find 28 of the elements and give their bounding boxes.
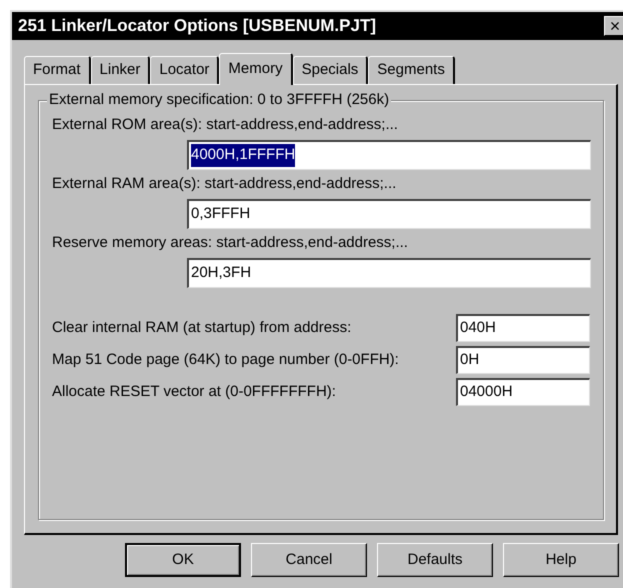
tab[interactable]: Memory [219,53,293,85]
field-label: External RAM area(s): start-address,end-address;... [52,174,398,194]
dialog-button[interactable]: Cancel [251,543,367,577]
input-field[interactable]: 040H [456,314,590,342]
field-label: Allocate RESET vector at (0-0FFFFFFFH): [52,382,337,402]
field-value: 4000H,1FFFFH [191,144,296,167]
field-value: 0,3FFFH [191,204,250,224]
tab[interactable]: Locator [150,56,220,84]
tab[interactable]: Linker [90,56,150,84]
tab[interactable]: Format [24,56,91,84]
field-label: Reserve memory areas: start-address,end-address;... [52,233,409,253]
input-field[interactable]: 4000H,1FFFFH [187,140,591,170]
input-field[interactable]: 0,3FFFH [187,199,591,229]
close-button[interactable]: × [604,16,623,36]
input-field[interactable]: 20H,3FH [187,258,591,288]
window-title: 251 Linker/Locator Options [USBENUM.PJT] [18,15,376,38]
tab[interactable]: Segments [368,56,455,84]
field-label: Map 51 Code page (64K) to page number (0-0FFH): [52,350,400,370]
field-value: 20H,3FH [191,263,252,284]
input-field[interactable]: 0H [456,346,590,374]
group-title: External memory specification: 0 to 3FFFFH (256k) [47,91,392,109]
field-label: Clear internal RAM (at startup) from address: [52,318,352,338]
dialog-button[interactable]: Help [503,543,619,577]
tab[interactable]: Specials [292,56,368,84]
dialog-button[interactable]: Defaults [377,543,493,577]
input-field[interactable]: 04000H [456,378,590,406]
dialog-button[interactable]: OK [125,543,241,577]
field-label: External ROM area(s): start-address,end-address;... [52,115,399,135]
